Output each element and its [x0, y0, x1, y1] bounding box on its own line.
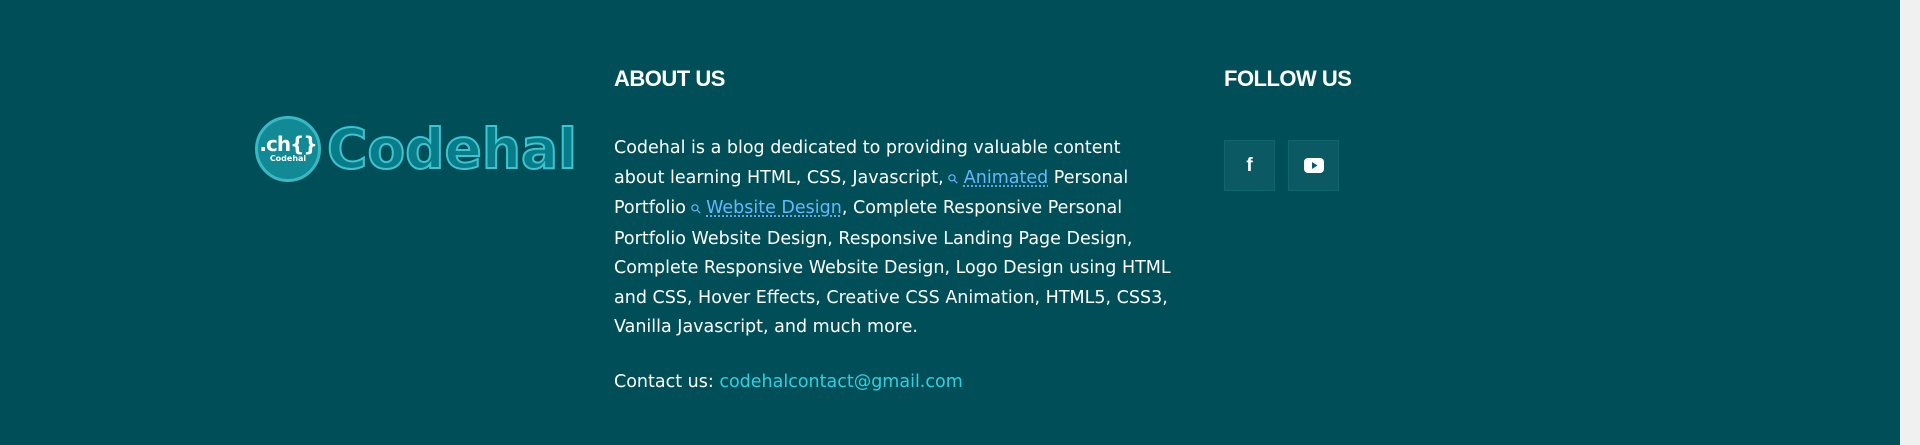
logo-badge-text: Codehal: [269, 154, 307, 163]
logo-badge: .ch{} Codehal: [255, 116, 321, 182]
youtube-button[interactable]: [1288, 140, 1339, 191]
social-links: f: [1224, 140, 1351, 191]
about-description: Codehal is a blog dedicated to providing…: [614, 134, 1174, 343]
facebook-icon: f: [1246, 155, 1253, 176]
logo-wordmark: Codehal: [326, 117, 578, 181]
follow-section: FOLLOW US f: [1224, 66, 1352, 191]
about-heading: ABOUT US: [614, 66, 725, 91]
youtube-icon: [1303, 158, 1324, 173]
keyword-link-animated[interactable]: Animated: [964, 168, 1048, 188]
about-section: ABOUT US Codehal is a blog dedicated to …: [614, 66, 1174, 395]
contact-email-link[interactable]: codehalcontact@gmail.com: [719, 372, 962, 392]
contact-line: Contact us: codehalcontact@gmail.com: [614, 369, 1174, 395]
logo-badge-mark: .ch{}: [259, 132, 317, 156]
contact-label: Contact us:: [614, 371, 720, 392]
page-scrollbar[interactable]: [1900, 0, 1920, 445]
about-text-part3: , Complete Responsive Personal Portfolio…: [614, 198, 1171, 337]
site-footer: .ch{} Codehal Codehal ABOUT US Codehal i…: [0, 0, 1900, 445]
follow-heading: FOLLOW US: [1224, 66, 1352, 91]
keyword-link-website-design[interactable]: Website Design: [706, 198, 842, 218]
facebook-button[interactable]: f: [1224, 140, 1275, 191]
codehal-logo[interactable]: .ch{} Codehal Codehal: [255, 113, 578, 185]
